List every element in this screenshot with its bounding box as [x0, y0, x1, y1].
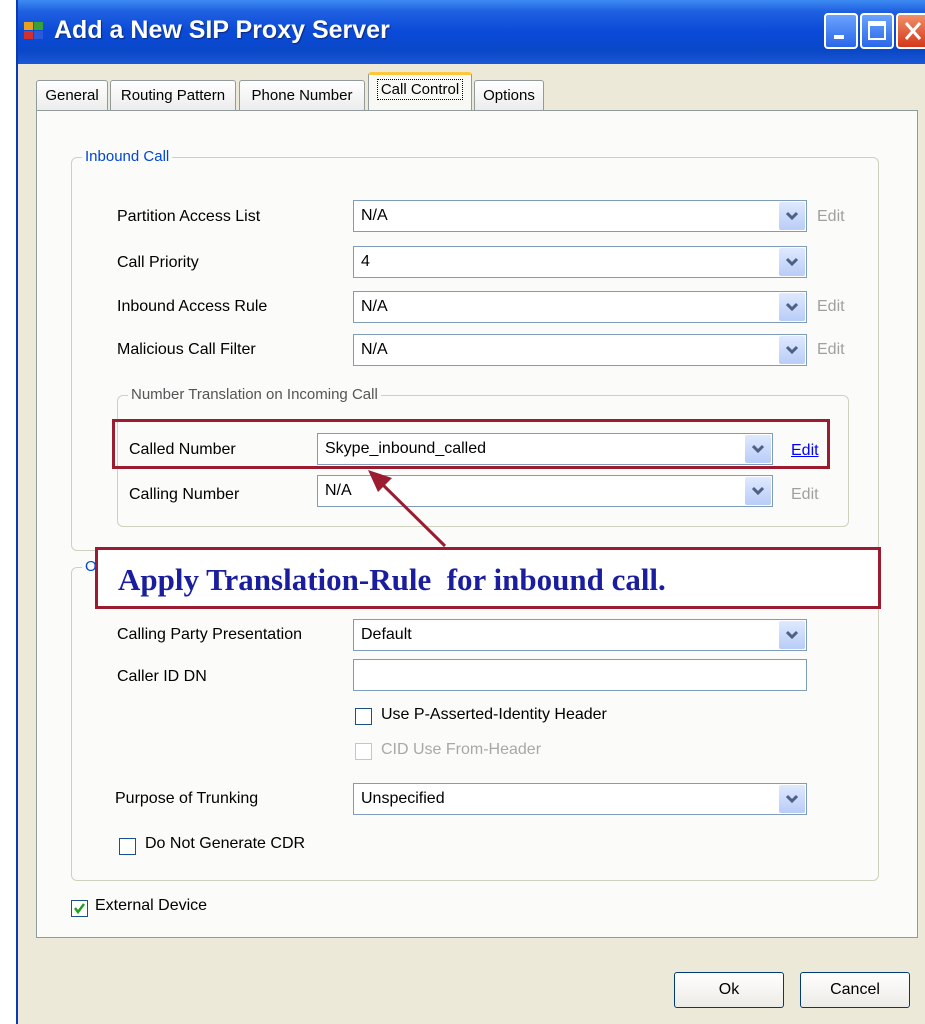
annotation-arrow	[368, 470, 447, 548]
annotation-callout-text: Apply Translation-Rule for inbound call.	[118, 562, 666, 597]
annotation-callout: Apply Translation-Rule for inbound call.	[95, 547, 881, 609]
